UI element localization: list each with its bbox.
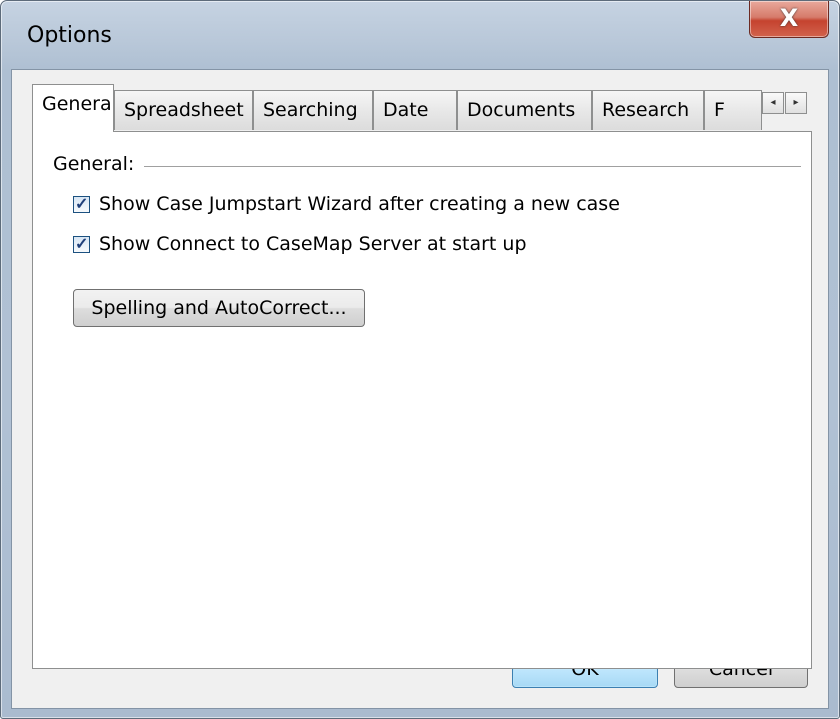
connect-server-label: Show Connect to CaseMap Server at start … — [99, 233, 527, 255]
tab-truncated-label: F — [714, 99, 725, 121]
checkmark-icon: ✓ — [75, 196, 89, 213]
tab-scroll-right-icon[interactable]: ▸ — [785, 92, 807, 114]
title-bar[interactable]: Options X — [1, 1, 839, 69]
tab-general[interactable]: General — [32, 84, 114, 132]
group-divider — [141, 166, 801, 167]
close-icon: X — [779, 4, 799, 32]
general-group-label: General: — [53, 153, 145, 175]
tab-scroll-left-icon[interactable]: ◂ — [762, 92, 784, 114]
spelling-autocorrect-button[interactable]: Spelling and AutoCorrect... — [73, 289, 365, 327]
tab-truncated[interactable]: F — [704, 90, 762, 130]
tab-searching-label: Searching — [263, 99, 358, 121]
tab-general-label: General — [42, 93, 114, 115]
close-button[interactable]: X — [749, 1, 829, 38]
tab-date-label: Date — [383, 99, 429, 121]
general-tab-panel: General: ✓ Show Case Jumpstart Wizard af… — [32, 131, 812, 669]
checkmark-icon: ✓ — [75, 236, 89, 253]
jumpstart-wizard-checkbox[interactable]: ✓ — [73, 196, 90, 213]
options-dialog: Options X General Spreadsheet Searching … — [0, 0, 840, 719]
tab-date[interactable]: Date — [373, 90, 457, 130]
connect-server-checkbox[interactable]: ✓ — [73, 236, 90, 253]
dialog-title: Options — [27, 23, 112, 48]
tab-research-label: Research — [602, 99, 690, 121]
tab-documents[interactable]: Documents — [457, 90, 592, 130]
tab-searching[interactable]: Searching — [253, 90, 373, 130]
tab-spreadsheet[interactable]: Spreadsheet — [114, 90, 253, 130]
tab-documents-label: Documents — [467, 99, 576, 121]
tab-scroll-arrows: ◂ ▸ — [762, 92, 808, 116]
dialog-client-area: General Spreadsheet Searching Date Docum… — [11, 69, 829, 709]
jumpstart-wizard-label: Show Case Jumpstart Wizard after creatin… — [99, 193, 620, 215]
tab-strip: General Spreadsheet Searching Date Docum… — [12, 70, 828, 132]
tab-research[interactable]: Research — [592, 90, 704, 130]
tab-spreadsheet-label: Spreadsheet — [124, 99, 244, 121]
